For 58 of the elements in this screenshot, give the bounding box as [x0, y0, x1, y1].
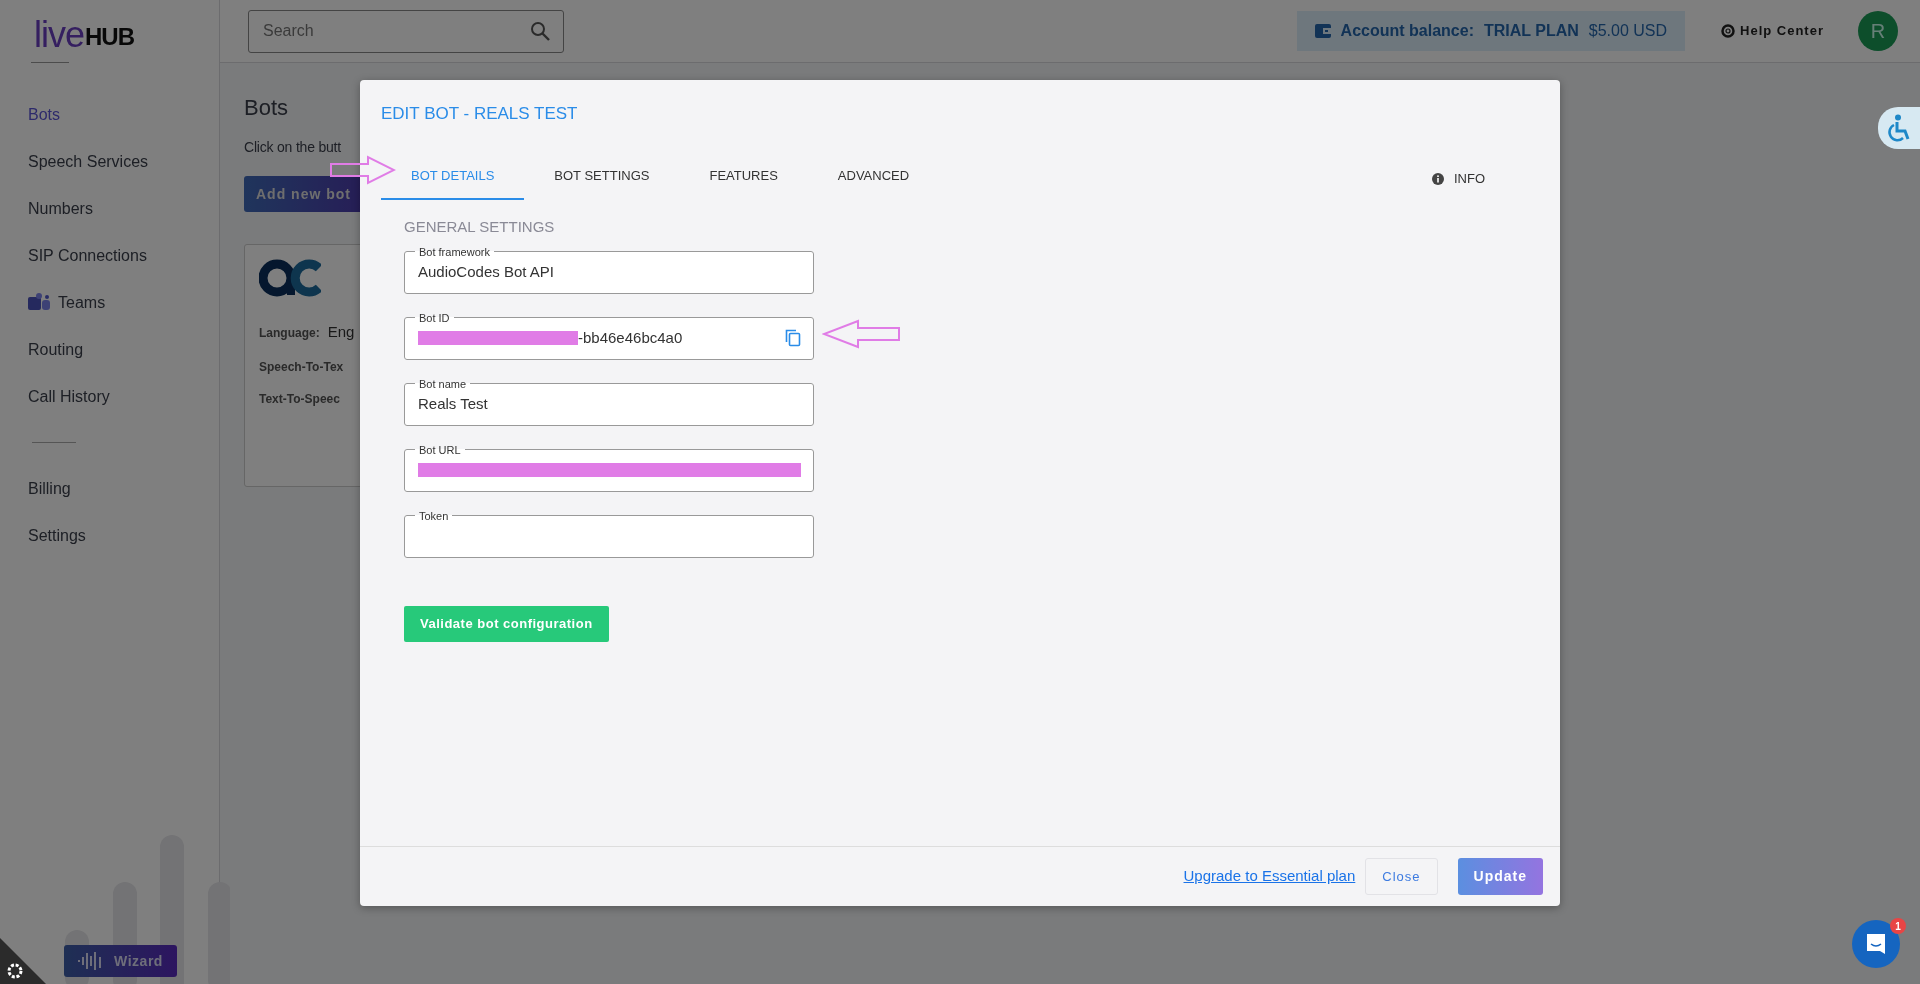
tab[interactable]: BOT SETTINGS: [524, 164, 680, 201]
field-value: -bb46e46bc4a0: [578, 327, 683, 348]
dialog-title: EDIT BOT - REALS TEST: [381, 104, 579, 125]
field-label: Bot name: [418, 376, 468, 391]
balance-label: Account balance:: [1340, 21, 1474, 41]
sidebar-item[interactable]: Speech Services: [28, 138, 149, 185]
close-button[interactable]: Close: [1365, 858, 1438, 895]
accessibility-button[interactable]: [1878, 107, 1920, 149]
sidebar-item[interactable]: Numbers: [28, 185, 93, 232]
info-button[interactable]: INFO: [1425, 167, 1491, 201]
copy-icon[interactable]: [785, 328, 801, 347]
field-label: Bot ID: [418, 310, 451, 325]
field-label: Token: [418, 508, 450, 523]
field-label: Bot URL: [418, 442, 462, 457]
chat-icon: [1864, 932, 1888, 956]
sidebar-item[interactable]: Billing: [28, 465, 71, 512]
tab[interactable]: FEATURES: [679, 164, 808, 201]
sidebar-item[interactable]: Call History: [28, 373, 110, 420]
field-label: Text-To-Speec: [259, 391, 340, 406]
field-label: Speech-To-Tex: [259, 359, 344, 374]
logo-text: HUB: [85, 24, 135, 50]
upgrade-link[interactable]: Upgrade to Essential plan: [1183, 865, 1356, 888]
help-center-link[interactable]: Help Center: [1715, 20, 1830, 42]
field-value: Eng: [327, 323, 355, 341]
balance-amount: $5.00 USD: [1588, 21, 1668, 41]
sidebar-item[interactable]: Teams: [28, 279, 106, 326]
sidebar-item[interactable]: Routing: [28, 326, 84, 373]
sidebar-item[interactable]: Settings: [28, 512, 86, 559]
logo-icon: [259, 259, 321, 298]
plan-name: TRIAL PLAN: [1483, 21, 1579, 41]
section-heading: GENERAL SETTINGS: [404, 217, 556, 238]
add-bot-button[interactable]: Add new bot: [244, 176, 363, 213]
settings-corner-icon[interactable]: [0, 938, 46, 984]
teams-icon: [28, 292, 50, 313]
wallet-icon: [1314, 23, 1331, 39]
intro-text: Click on the butt: [244, 138, 342, 158]
tab[interactable]: BOT DETAILS: [381, 164, 525, 201]
sidebar-item[interactable]: SIP Connections: [28, 232, 147, 279]
wizard-button[interactable]: Wizard: [64, 945, 177, 977]
annotation-arrow: [330, 155, 396, 185]
info-icon: [1431, 172, 1444, 185]
chat-button[interactable]: [1852, 920, 1900, 968]
sidebar-item[interactable]: Bots: [28, 91, 60, 138]
search-field[interactable]: Search: [248, 9, 564, 53]
field-value: Reals Test: [418, 393, 488, 414]
field-label: Bot framework: [418, 244, 491, 259]
tab[interactable]: ADVANCED: [807, 164, 940, 201]
field-value: AudioCodes Bot API: [418, 261, 554, 282]
field-label: Language:: [259, 326, 320, 341]
search-icon: [530, 20, 550, 41]
lifebuoy-icon: [1721, 24, 1736, 38]
logo-text: live: [34, 20, 85, 50]
page-title: Bots: [244, 95, 290, 122]
sound-wave-icon: [78, 952, 103, 970]
wheelchair-icon: [1886, 114, 1912, 142]
notification-badge: 1: [1890, 918, 1906, 934]
validate-button[interactable]: Validate bot configuration: [404, 605, 609, 642]
user-avatar[interactable]: R: [1858, 11, 1898, 51]
